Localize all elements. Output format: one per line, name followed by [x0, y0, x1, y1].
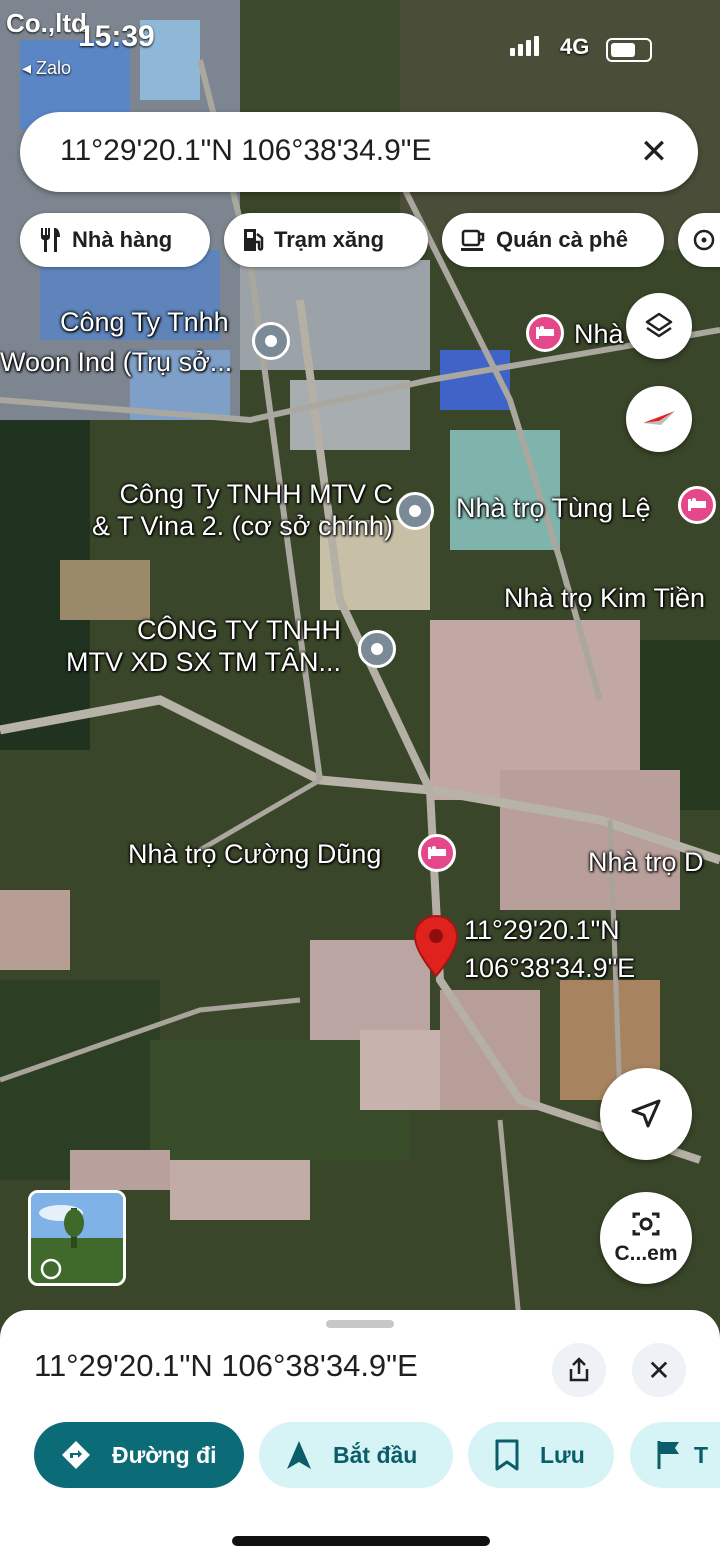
- start-button[interactable]: Bắt đầu: [259, 1422, 453, 1488]
- close-icon: ✕: [647, 1354, 671, 1386]
- business-pin-icon[interactable]: [396, 492, 434, 530]
- lodging-label-d[interactable]: Nhà trọ D: [588, 846, 704, 878]
- lodging-pin-icon[interactable]: [678, 486, 716, 524]
- poi-name-line: Công Ty TNHH MTV C: [119, 479, 394, 509]
- gas-station-icon: [244, 229, 264, 251]
- dropped-pin-label[interactable]: 11°29'20.1"N 106°38'34.9"E: [464, 914, 635, 984]
- navigation-icon: [287, 1441, 311, 1469]
- lodging-label-cuong-dung[interactable]: Nhà trọ Cường Dũng: [128, 838, 381, 870]
- label-button[interactable]: T: [630, 1422, 720, 1488]
- directions-label: Đường đi: [112, 1441, 217, 1468]
- chip-gas-stations[interactable]: Trạm xăng: [224, 213, 428, 267]
- restaurant-icon: [41, 228, 60, 252]
- lodging-label-top[interactable]: Nhà: [574, 318, 624, 350]
- camera-search-icon: [632, 1212, 660, 1236]
- search-query[interactable]: 11°29'20.1"N 106°38'34.9"E: [60, 134, 431, 168]
- lodging-pin-icon[interactable]: [418, 834, 456, 872]
- bookmark-icon: [495, 1439, 519, 1471]
- layers-icon: [645, 312, 673, 338]
- search-bar[interactable]: 11°29'20.1"N 106°38'34.9"E ✕: [20, 112, 698, 192]
- chip-cafes[interactable]: Quán cà phê: [442, 213, 664, 267]
- lodging-label-kim-tien[interactable]: Nhà trọ Kim Tiền: [504, 582, 705, 614]
- chip-label: Quán cà phê: [496, 227, 629, 252]
- layers-button[interactable]: [626, 293, 692, 359]
- dropped-pin-icon[interactable]: [412, 914, 460, 978]
- compass-button[interactable]: [626, 386, 692, 452]
- directions-button[interactable]: Đường đi: [34, 1422, 244, 1488]
- directions-icon: [62, 1441, 90, 1469]
- battery-icon: [606, 38, 652, 62]
- chip-restaurants[interactable]: Nhà hàng: [20, 213, 210, 267]
- poi-label-tan[interactable]: CÔNG TY TNHH MTV XD SX TM TÂN...: [66, 614, 341, 678]
- poi-name-line: & T Vina 2. (cơ sở chính): [92, 511, 394, 541]
- lodging-pin-icon[interactable]: [526, 314, 564, 352]
- poi-name-line: Woon Ind (Trụ sở...: [0, 347, 233, 377]
- pin-coordinate-line: 106°38'34.9"E: [464, 953, 636, 983]
- pin-coordinate-line: 11°29'20.1"N: [464, 915, 620, 945]
- label-label: T: [694, 1441, 709, 1468]
- status-time: 15:39: [78, 20, 155, 53]
- poi-name-line: MTV XD SX TM TÂN...: [66, 647, 342, 677]
- poi-label-woon-line2[interactable]: Woon Ind (Trụ sở...: [0, 346, 232, 378]
- chip-more[interactable]: [678, 213, 720, 267]
- save-label: Lưu: [540, 1441, 585, 1468]
- compass-icon: [643, 411, 675, 425]
- poi-name-line: CÔNG TY TNHH: [137, 615, 342, 645]
- back-to-app-link[interactable]: ◂ Zalo: [22, 58, 71, 79]
- save-button[interactable]: Lưu: [468, 1422, 614, 1488]
- signal-icon: [510, 36, 539, 56]
- lens-button-label: C...em: [614, 1242, 678, 1265]
- start-label: Bắt đầu: [333, 1441, 418, 1468]
- clear-search-button[interactable]: ✕: [632, 130, 676, 174]
- status-bar: Co.,ltd 15:39 ◂ Zalo 4G: [0, 0, 720, 100]
- place-sheet[interactable]: 11°29'20.1"N 106°38'34.9"E ✕ Đường đi Bắ…: [0, 1310, 720, 1560]
- flag-icon: [657, 1441, 679, 1469]
- street-view-thumbnail[interactable]: [28, 1190, 126, 1286]
- poi-label-c-t-vina[interactable]: Công Ty TNHH MTV C & T Vina 2. (cơ sở ch…: [92, 478, 393, 542]
- home-indicator[interactable]: [232, 1536, 490, 1546]
- close-sheet-button[interactable]: ✕: [632, 1343, 686, 1397]
- lens-button[interactable]: C...em: [600, 1192, 692, 1284]
- business-pin-icon[interactable]: [252, 322, 290, 360]
- chip-label: Nhà hàng: [72, 227, 173, 252]
- poi-label-woon[interactable]: Công Ty Tnhh: [60, 306, 229, 338]
- network-type: 4G: [560, 34, 590, 59]
- carrier-label: Co.,ltd: [6, 8, 87, 38]
- business-pin-icon[interactable]: [358, 630, 396, 668]
- attractions-icon: [693, 229, 715, 251]
- navigation-arrow-icon: [631, 1099, 661, 1128]
- lodging-label-tung-le[interactable]: Nhà trọ Tùng Lệ: [456, 492, 651, 524]
- my-location-button[interactable]: [600, 1068, 692, 1160]
- coffee-icon: [461, 229, 485, 251]
- share-button[interactable]: [552, 1343, 606, 1397]
- category-chips: Nhà hàng Trạm xăng Quán cà phê: [20, 213, 720, 267]
- share-icon: [569, 1357, 589, 1382]
- sheet-title: 11°29'20.1"N 106°38'34.9"E: [34, 1348, 418, 1383]
- sheet-drag-handle[interactable]: [326, 1320, 394, 1328]
- chip-label: Trạm xăng: [274, 227, 385, 252]
- poi-name-line: Công Ty Tnhh: [60, 307, 229, 337]
